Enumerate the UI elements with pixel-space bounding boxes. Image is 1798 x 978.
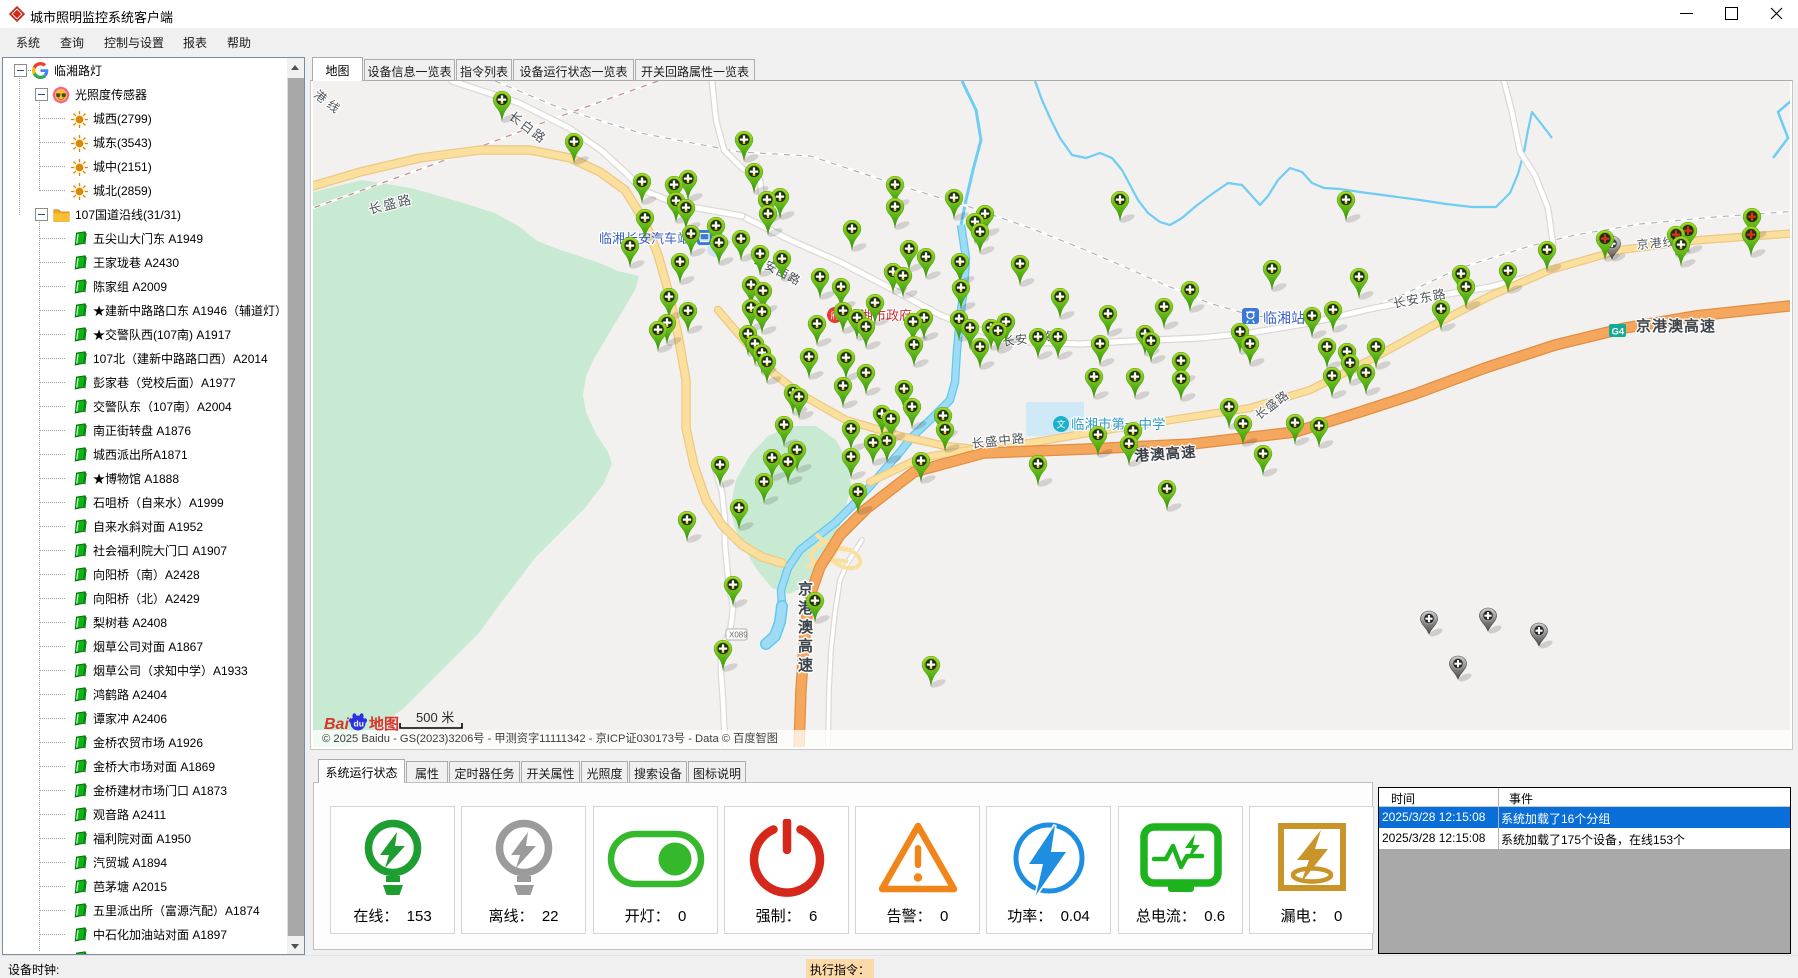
svg-text:© 2025 Baidu - GS(2023)3206号 -: © 2025 Baidu - GS(2023)3206号 - 甲测资字11111… (322, 731, 778, 745)
svg-text:文: 文 (1056, 419, 1065, 430)
svg-text:速: 速 (798, 656, 813, 674)
svg-text:地图: 地图 (369, 715, 399, 733)
svg-text:澳: 澳 (798, 618, 814, 636)
svg-text:du: du (354, 719, 364, 729)
svg-text:Bai: Bai (324, 716, 349, 733)
svg-text:临湘站: 临湘站 (1263, 310, 1305, 326)
svg-text:G4: G4 (1612, 327, 1625, 338)
svg-text:高: 高 (798, 637, 813, 655)
svg-text:X089: X089 (729, 631, 748, 640)
svg-text:京港澳高速: 京港澳高速 (1636, 317, 1716, 335)
svg-text:500 米: 500 米 (416, 710, 454, 725)
svg-text:临湘市第一中学: 临湘市第一中学 (1071, 416, 1166, 432)
